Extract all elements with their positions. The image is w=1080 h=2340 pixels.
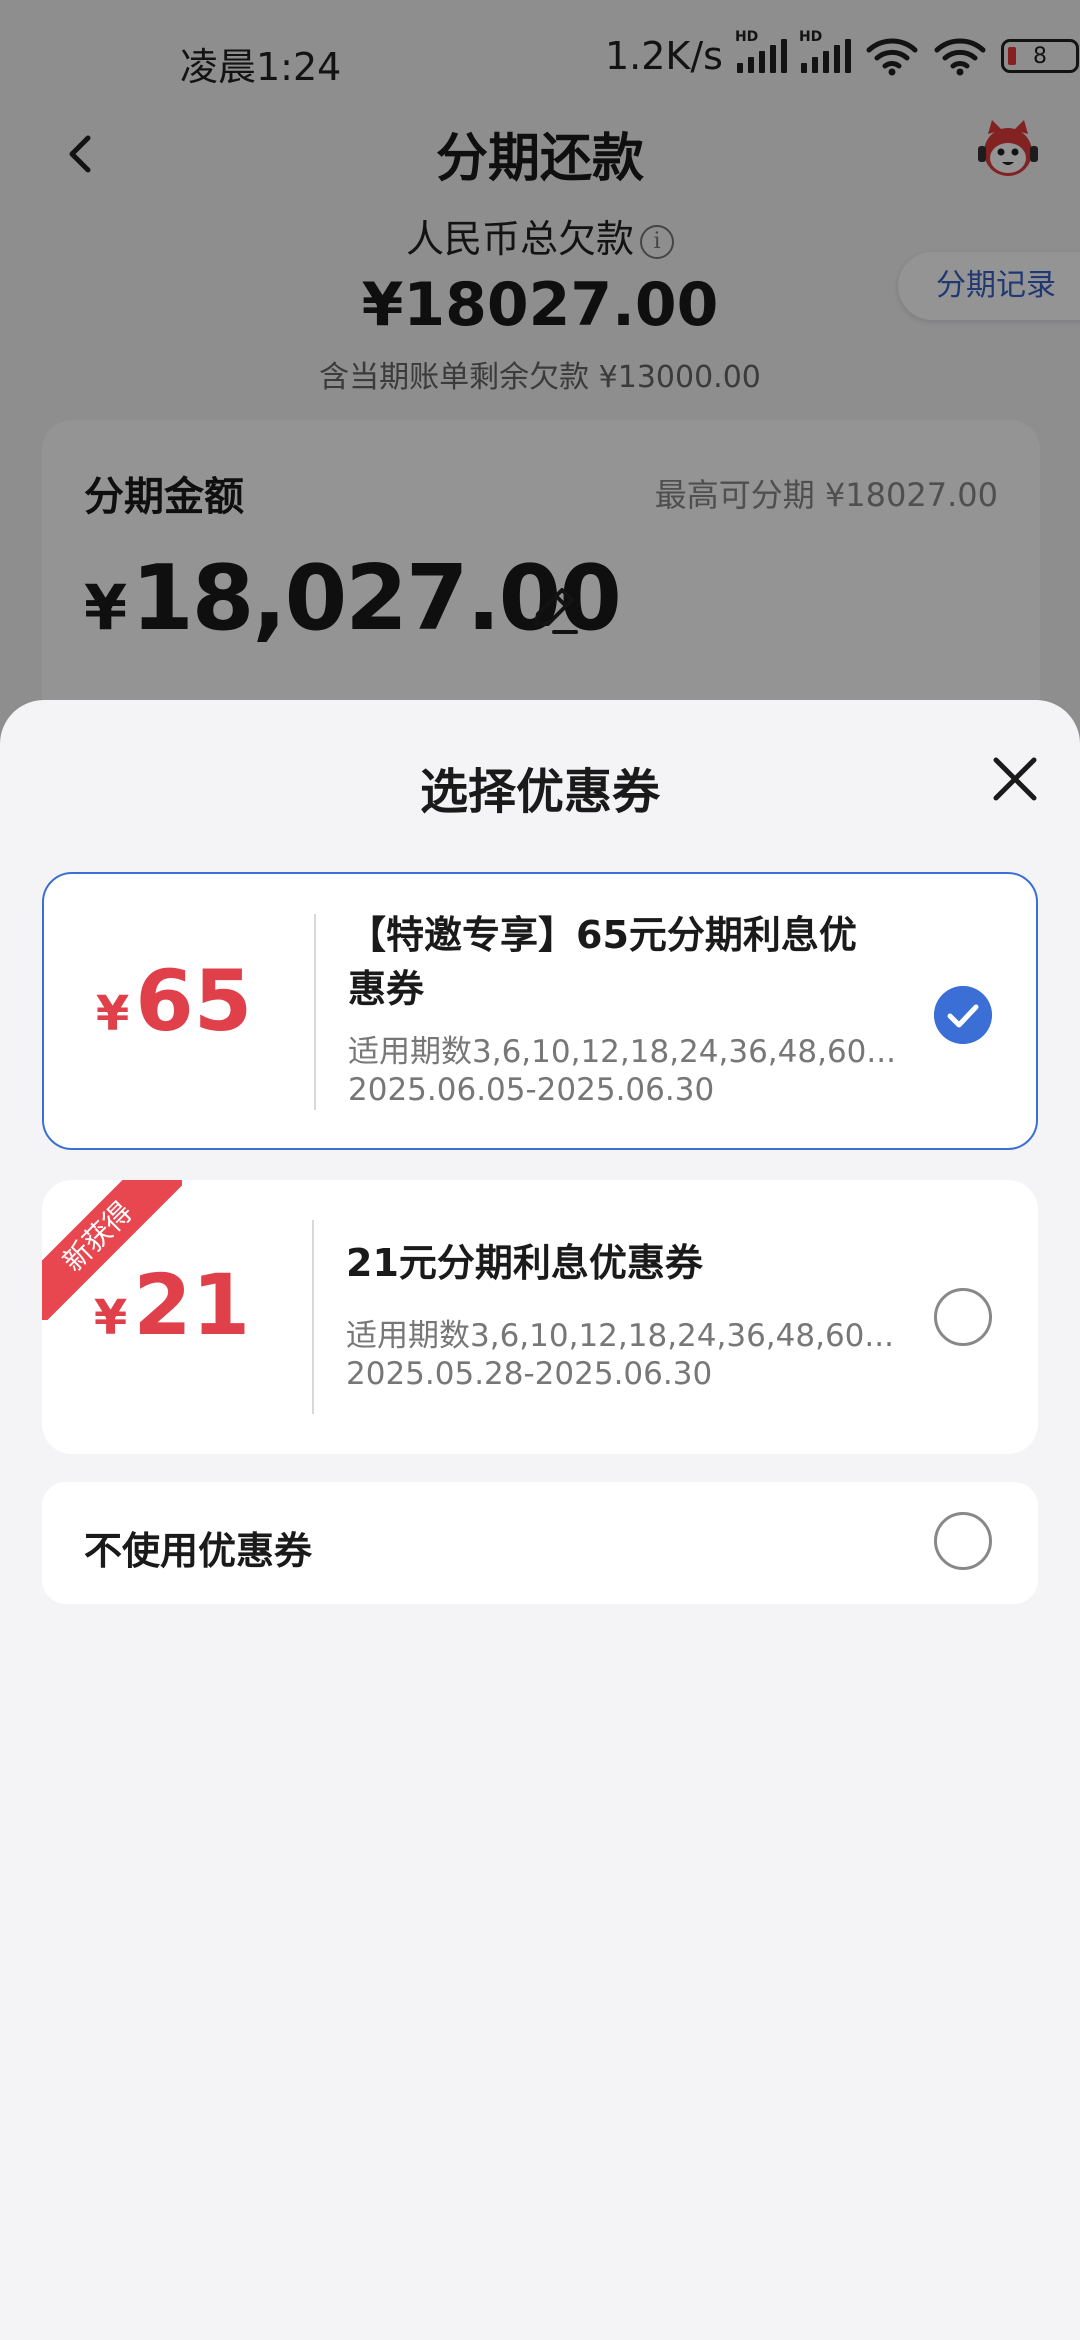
coupon-value: ¥21 xyxy=(93,1256,251,1354)
coupon-title: 21元分期利息优惠券 xyxy=(346,1241,703,1285)
coupon-title: 【特邀专享】65元分期利息优惠券 xyxy=(348,913,857,1011)
radio-button[interactable] xyxy=(934,1512,992,1570)
page: 凌晨1:24 1.2K/s HD HD 8 分期还款 人民币总欠款 i ¥180… xyxy=(0,0,1080,2340)
coupon-periods: 适用期数3,6,10,12,18,24,36,48,60... xyxy=(348,1034,896,1070)
coupon-divider xyxy=(312,1220,314,1414)
no-coupon-label: 不使用优惠券 xyxy=(84,1529,313,1573)
coupon-card-65[interactable]: ¥65 【特邀专享】65元分期利息优惠券 适用期数3,6,10,12,18,24… xyxy=(42,872,1038,1150)
coupon-periods: 适用期数3,6,10,12,18,24,36,48,60... xyxy=(346,1318,894,1354)
sheet-title: 选择优惠券 xyxy=(419,764,660,820)
coupon-sheet: 选择优惠券 ¥65 【特邀专享】65元分期利息优惠券 适用期数3,6,10,12… xyxy=(0,700,1080,2340)
coupon-dates: 2025.05.28-2025.06.30 xyxy=(346,1356,713,1392)
checkmark-icon[interactable] xyxy=(934,986,992,1044)
coupon-card-21[interactable]: 新获得 ¥21 21元分期利息优惠券 适用期数3,6,10,12,18,24,3… xyxy=(42,1180,1038,1454)
coupon-value: ¥65 xyxy=(95,952,253,1050)
close-icon[interactable] xyxy=(988,752,1042,806)
coupon-divider xyxy=(314,914,316,1110)
modal-backdrop[interactable] xyxy=(0,0,1080,760)
radio-button[interactable] xyxy=(934,1288,992,1346)
coupon-dates: 2025.06.05-2025.06.30 xyxy=(348,1072,715,1108)
no-coupon-option[interactable]: 不使用优惠券 xyxy=(42,1482,1038,1604)
